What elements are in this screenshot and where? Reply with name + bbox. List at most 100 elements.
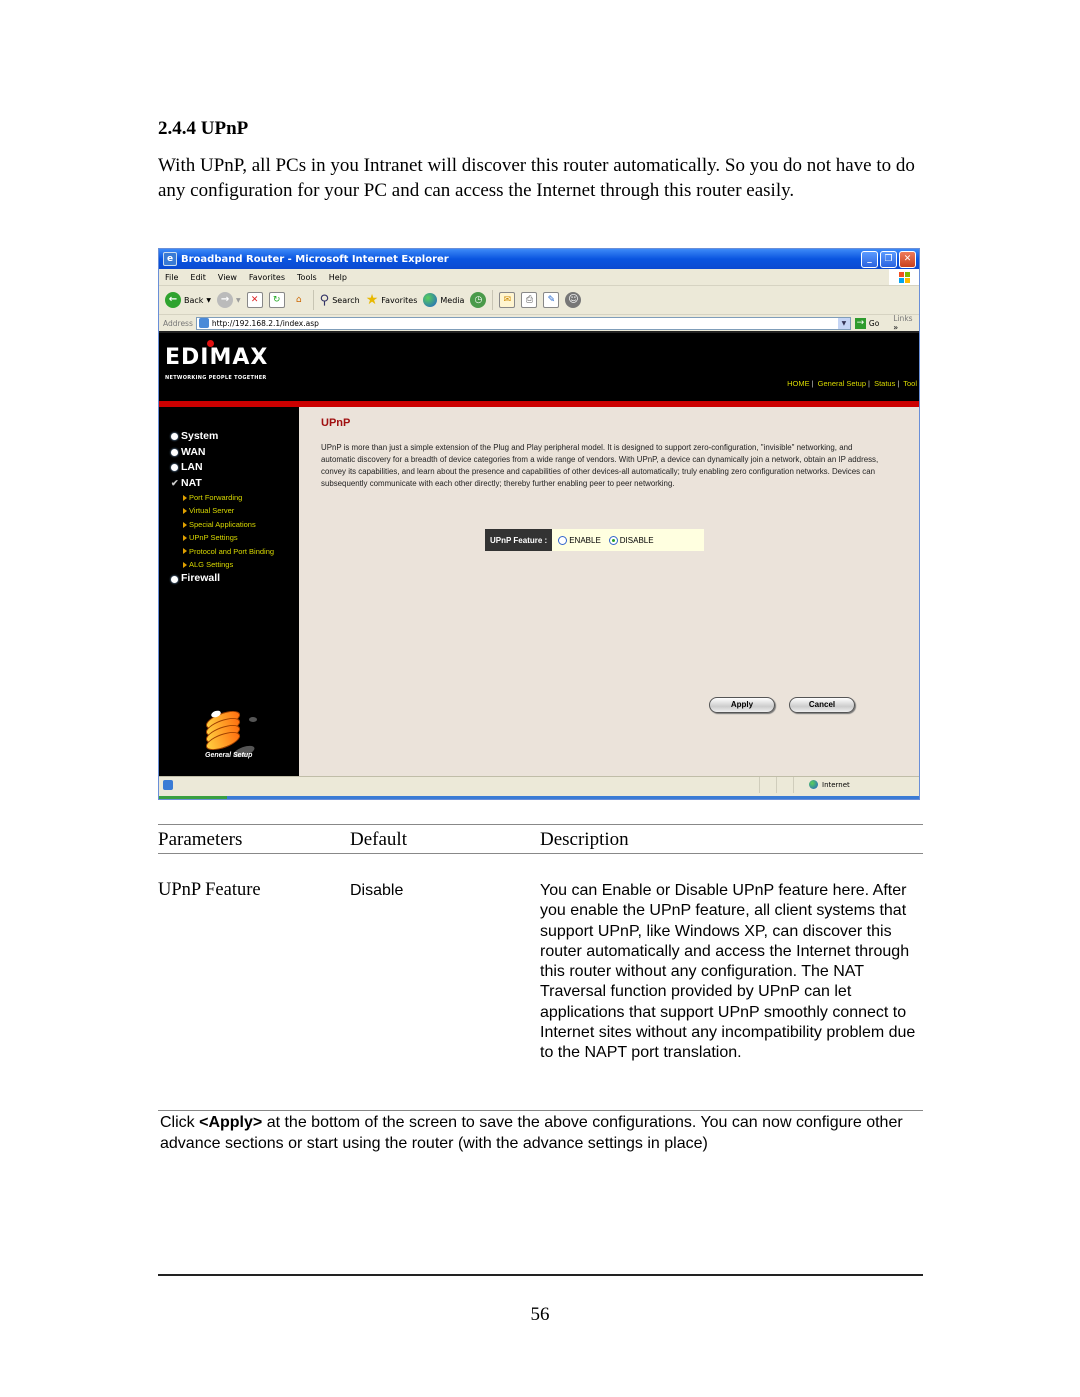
toolbar-separator (312, 290, 314, 310)
bullet-icon (171, 464, 178, 472)
bullet-icon (171, 433, 178, 441)
address-url: http://192.168.2.1/index.asp (211, 318, 319, 328)
row-default: Disable (350, 882, 404, 899)
home-icon[interactable]: ⌂ (291, 292, 307, 308)
menu-view[interactable]: View (218, 273, 237, 282)
forward-button[interactable]: → ▼ (217, 292, 241, 308)
windows-logo-icon (889, 269, 919, 285)
address-input[interactable]: http://192.168.2.1/index.asp ▼ (195, 316, 851, 330)
back-button[interactable]: ← Back ▼ (165, 292, 211, 308)
maximize-button[interactable]: ❐ (880, 250, 897, 268)
upnp-feature-label: UPnP Feature : (485, 529, 553, 551)
menu-favorites[interactable]: Favorites (249, 273, 285, 282)
media-icon (423, 293, 438, 307)
search-button[interactable]: ⚲ Search (320, 293, 360, 308)
section-title: 2.4.4 UPnP (158, 118, 249, 139)
router-content: UPnP UPnP is more than just a simple ext… (299, 407, 919, 776)
ie-icon: e (163, 252, 177, 266)
apply-note: Click <Apply> at the bottom of the scree… (160, 1114, 903, 1152)
header-default: Default (350, 829, 407, 850)
bullet-icon (171, 448, 178, 456)
toolbar: ← Back ▼ → ▼ ✕ ↻ ⌂ ⚲ Search ★ Favorites … (159, 286, 919, 315)
status-bar: Internet (159, 776, 919, 799)
edit-icon[interactable]: ✎ (543, 292, 560, 308)
refresh-icon[interactable]: ↻ (268, 292, 285, 308)
header-description: Description (540, 829, 629, 850)
menu-help[interactable]: Help (329, 273, 347, 282)
forward-arrow-icon: → (217, 292, 234, 308)
chevron-down-icon: ▼ (206, 296, 212, 304)
general-setup-label: General Setup (205, 752, 253, 759)
cancel-button[interactable]: Cancel (789, 697, 855, 713)
title-bar: e Broadband Router - Microsoft Internet … (159, 249, 919, 269)
mail-icon[interactable]: ✉ (499, 292, 516, 308)
taskbar-strip (159, 796, 919, 799)
menu-file[interactable]: File (165, 273, 178, 282)
arrow-right-icon (183, 508, 187, 515)
submenu-special-applications[interactable]: Special Applications (183, 518, 274, 531)
nav-home[interactable]: HOME (787, 379, 810, 388)
submenu-port-forwarding[interactable]: Port Forwarding (183, 491, 274, 504)
submenu-alg-settings[interactable]: ALG Settings (183, 558, 274, 571)
sidebar-item-lan[interactable]: LAN (171, 460, 274, 476)
address-dropdown-icon[interactable]: ▼ (837, 317, 850, 329)
links-button[interactable]: Links » (893, 314, 919, 332)
print-icon[interactable]: ⎙ (521, 292, 538, 308)
menu-tools[interactable]: Tools (297, 273, 317, 282)
enable-radio[interactable]: ENABLE (558, 535, 601, 545)
router-sidebar: System WAN LAN ✔ NAT Port Forwarding Virt… (159, 407, 299, 776)
go-button[interactable]: → Go (854, 317, 879, 329)
star-icon: ★ (365, 292, 379, 308)
submenu-protocol-port-binding[interactable]: Protocol and Port Binding (183, 545, 274, 558)
menu-bar: File Edit View Favorites Tools Help (159, 269, 919, 286)
page-status-icon (163, 780, 173, 790)
checkmark-icon: ✔ (171, 477, 179, 488)
content-title: UPnP (321, 417, 351, 429)
page-number: 56 (530, 1304, 550, 1325)
messenger-icon[interactable]: ☺ (565, 292, 582, 308)
globe-icon (809, 780, 818, 789)
nav-general-setup[interactable]: General Setup (818, 379, 866, 388)
stop-icon[interactable]: ✕ (246, 292, 263, 308)
submenu-virtual-server[interactable]: Virtual Server (183, 504, 274, 517)
back-arrow-icon: ← (165, 292, 181, 308)
sidebar-item-wan[interactable]: WAN (171, 445, 274, 461)
sidebar-item-firewall[interactable]: Firewall (171, 571, 274, 587)
intro-paragraph: With UPnP, all PCs in you Intranet will … (158, 155, 915, 201)
header-parameters: Parameters (158, 829, 243, 850)
footer-rule (158, 1274, 923, 1276)
go-arrow-icon: → (854, 317, 866, 329)
favorites-button[interactable]: ★ Favorites (366, 292, 418, 308)
arrow-right-icon (183, 534, 187, 541)
table-header-rule (158, 853, 923, 854)
arrow-right-icon (183, 494, 187, 501)
close-button[interactable]: ✕ (899, 250, 916, 268)
page-icon (198, 318, 209, 328)
menu-edit[interactable]: Edit (190, 273, 206, 282)
arrow-right-icon (183, 521, 187, 528)
edimax-logo: EDIMAX (165, 340, 268, 370)
browser-screenshot: e Broadband Router - Microsoft Internet … (158, 248, 920, 800)
router-page: EDIMAX NETWORKING PEOPLE TOGETHER HOME | … (159, 333, 919, 776)
note-rule (158, 1110, 923, 1111)
address-bar: Address http://192.168.2.1/index.asp ▼ →… (159, 314, 919, 333)
apply-button[interactable]: Apply (709, 697, 775, 713)
nav-tool[interactable]: Tool (903, 379, 917, 388)
media-button[interactable]: Media (423, 293, 464, 307)
window-title: Broadband Router - Microsoft Internet Ex… (181, 253, 449, 265)
history-icon[interactable]: ◷ (470, 292, 487, 308)
security-zone: Internet (809, 780, 850, 789)
content-description: UPnP is more than just a simple extensio… (321, 443, 879, 488)
radio-selected-icon (608, 535, 618, 545)
table-top-rule (158, 824, 923, 825)
row-parameter: UPnP Feature (158, 880, 261, 900)
nav-status[interactable]: Status (874, 379, 895, 388)
sidebar-item-system[interactable]: System (171, 429, 274, 445)
chevron-down-icon: ▼ (236, 296, 241, 304)
disable-radio[interactable]: DISABLE (608, 535, 654, 545)
submenu-upnp-settings[interactable]: UPnP Settings (183, 531, 274, 544)
minimize-button[interactable]: _ (861, 250, 878, 268)
sidebar-item-nat[interactable]: ✔ NAT (171, 476, 274, 492)
address-label: Address (163, 318, 193, 328)
radio-icon (558, 535, 568, 545)
